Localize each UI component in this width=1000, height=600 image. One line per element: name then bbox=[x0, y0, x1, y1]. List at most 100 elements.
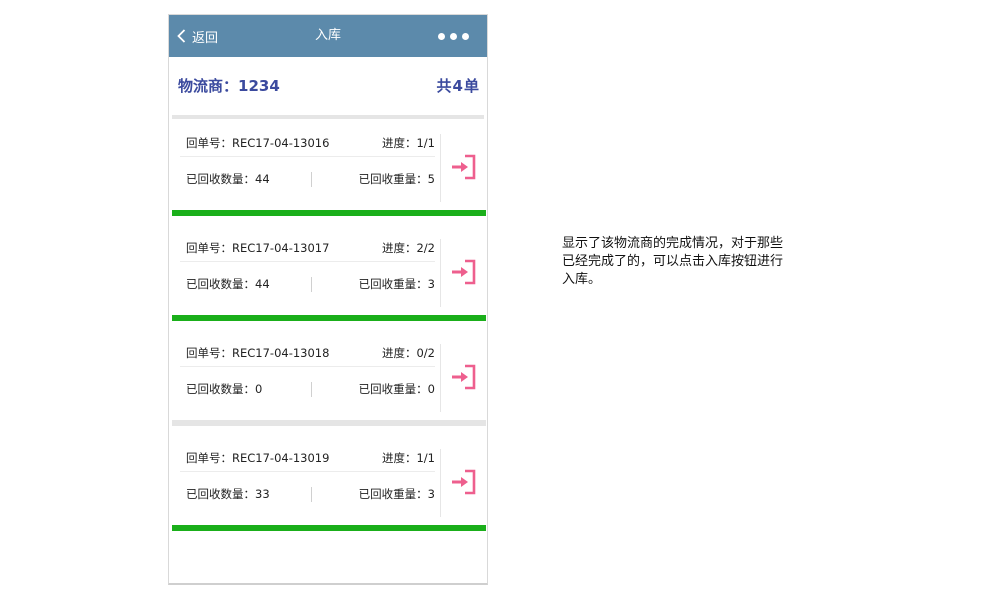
progress-label: 进度： bbox=[381, 451, 417, 465]
order-card: 回单号：REC17-04-13018 进度：0/2 已回收数量：0 已回收重量：0 bbox=[172, 329, 486, 426]
phone-frame: 返回 入库 物流商：1234 共4单 回单号：REC17-04-13016 进度：… bbox=[168, 14, 488, 585]
order-value: REC17-04-13017 bbox=[232, 241, 330, 255]
recovered-count: 已回收数量：0 bbox=[186, 377, 262, 401]
order-row-bottom: 已回收数量：0 已回收重量：0 bbox=[186, 377, 435, 401]
login-icon bbox=[452, 469, 476, 495]
progress-value: 1/1 bbox=[416, 136, 435, 150]
column-divider bbox=[311, 487, 312, 502]
order-info: 回单号：REC17-04-13018 进度：0/2 已回收数量：0 已回收重量：0 bbox=[180, 341, 435, 411]
row-divider bbox=[180, 471, 435, 472]
column-divider bbox=[311, 382, 312, 397]
count-value: 44 bbox=[255, 277, 270, 291]
progress-value: 2/2 bbox=[416, 241, 435, 255]
annotation-note: 显示了该物流商的完成情况，对于那些 已经完成了的，可以点击入库按钮进行 入库。 bbox=[562, 235, 822, 289]
recovered-weight: 已回收重量：3 bbox=[359, 482, 435, 506]
annotation-line: 入库。 bbox=[562, 272, 602, 287]
recovered-weight: 已回收重量：5 bbox=[359, 167, 435, 191]
row-divider bbox=[180, 366, 435, 367]
weight-value: 3 bbox=[427, 277, 435, 291]
order-row-top: 回单号：REC17-04-13016 进度：1/1 bbox=[186, 131, 435, 155]
order-row-top: 回单号：REC17-04-13018 进度：0/2 bbox=[186, 341, 435, 365]
progress-label: 进度： bbox=[381, 241, 417, 255]
more-menu-button[interactable] bbox=[438, 30, 469, 42]
order-row-top: 回单号：REC17-04-13019 进度：1/1 bbox=[186, 446, 435, 470]
order-value: REC17-04-13018 bbox=[232, 346, 330, 360]
login-icon bbox=[452, 259, 476, 285]
order-info: 回单号：REC17-04-13016 进度：1/1 已回收数量：44 已回收重量：5 bbox=[180, 131, 435, 201]
count-label: 已回收数量： bbox=[186, 277, 255, 291]
order-row-bottom: 已回收数量：33 已回收重量：3 bbox=[186, 482, 435, 506]
nav-bar: 返回 入库 bbox=[169, 15, 487, 57]
back-button[interactable]: 返回 bbox=[177, 15, 218, 57]
order-row-bottom: 已回收数量：44 已回收重量：5 bbox=[186, 167, 435, 191]
vendor-label: 物流商： bbox=[178, 77, 239, 95]
row-divider bbox=[180, 261, 435, 262]
order-value: REC17-04-13016 bbox=[232, 136, 330, 150]
order-row-top: 回单号：REC17-04-13017 进度：2/2 bbox=[186, 236, 435, 260]
column-divider bbox=[311, 277, 312, 292]
order-row-bottom: 已回收数量：44 已回收重量：3 bbox=[186, 272, 435, 296]
weight-label: 已回收重量： bbox=[358, 277, 428, 291]
completion-bar bbox=[172, 210, 486, 216]
order-label: 回单号： bbox=[186, 241, 232, 255]
more-dot-icon bbox=[438, 32, 445, 40]
stock-in-button[interactable] bbox=[440, 449, 487, 517]
order-total: 共4单 bbox=[437, 57, 479, 115]
order-progress: 进度：1/1 bbox=[382, 131, 435, 155]
order-card: 回单号：REC17-04-13016 进度：1/1 已回收数量：44 已回收重量：5 bbox=[172, 119, 486, 216]
order-number: 回单号：REC17-04-13016 bbox=[186, 131, 329, 155]
more-dot-icon bbox=[462, 32, 469, 40]
recovered-weight: 已回收重量：3 bbox=[359, 272, 435, 296]
vendor-summary: 物流商：1234 共4单 bbox=[169, 57, 487, 115]
order-label: 回单号： bbox=[186, 451, 232, 465]
order-value: REC17-04-13019 bbox=[232, 451, 330, 465]
login-icon bbox=[452, 364, 476, 390]
order-progress: 进度：0/2 bbox=[382, 341, 435, 365]
order-number: 回单号：REC17-04-13018 bbox=[186, 341, 329, 365]
column-divider bbox=[311, 172, 312, 187]
progress-label: 进度： bbox=[381, 136, 417, 150]
order-info: 回单号：REC17-04-13017 进度：2/2 已回收数量：44 已回收重量：3 bbox=[180, 236, 435, 306]
weight-value: 0 bbox=[427, 382, 435, 396]
total-prefix: 共 bbox=[436, 77, 452, 95]
recovered-weight: 已回收重量：0 bbox=[359, 377, 435, 401]
count-value: 0 bbox=[255, 382, 263, 396]
weight-label: 已回收重量： bbox=[358, 172, 428, 186]
order-label: 回单号： bbox=[186, 346, 232, 360]
annotation-line: 显示了该物流商的完成情况，对于那些 bbox=[562, 236, 784, 251]
row-divider bbox=[180, 156, 435, 157]
stock-in-button[interactable] bbox=[440, 239, 487, 307]
progress-value: 0/2 bbox=[416, 346, 435, 360]
weight-label: 已回收重量： bbox=[358, 382, 428, 396]
more-dot-icon bbox=[450, 32, 457, 40]
vendor-value: 1234 bbox=[238, 77, 280, 95]
order-card: 回单号：REC17-04-13019 进度：1/1 已回收数量：33 已回收重量：3 bbox=[172, 434, 486, 531]
stock-in-button[interactable] bbox=[440, 134, 487, 202]
completion-bar bbox=[172, 525, 486, 531]
recovered-count: 已回收数量：33 bbox=[186, 482, 270, 506]
order-card: 回单号：REC17-04-13017 进度：2/2 已回收数量：44 已回收重量：3 bbox=[172, 224, 486, 321]
count-label: 已回收数量： bbox=[186, 382, 255, 396]
count-label: 已回收数量： bbox=[186, 172, 255, 186]
recovered-count: 已回收数量：44 bbox=[186, 167, 270, 191]
stock-in-button[interactable] bbox=[440, 344, 487, 412]
total-suffix: 单 bbox=[463, 77, 479, 95]
weight-label: 已回收重量： bbox=[358, 487, 428, 501]
count-value: 33 bbox=[255, 487, 270, 501]
login-icon bbox=[452, 154, 476, 180]
progress-value: 1/1 bbox=[416, 451, 435, 465]
weight-value: 5 bbox=[427, 172, 435, 186]
completion-bar bbox=[172, 420, 486, 426]
order-label: 回单号： bbox=[186, 136, 232, 150]
vendor-info: 物流商：1234 bbox=[178, 57, 280, 115]
weight-value: 3 bbox=[427, 487, 435, 501]
order-progress: 进度：1/1 bbox=[382, 446, 435, 470]
order-number: 回单号：REC17-04-13017 bbox=[186, 236, 329, 260]
order-info: 回单号：REC17-04-13019 进度：1/1 已回收数量：33 已回收重量：3 bbox=[180, 446, 435, 516]
count-value: 44 bbox=[255, 172, 270, 186]
chevron-left-icon bbox=[177, 29, 186, 43]
order-progress: 进度：2/2 bbox=[382, 236, 435, 260]
completion-bar bbox=[172, 315, 486, 321]
total-count: 4 bbox=[452, 77, 463, 95]
progress-label: 进度： bbox=[381, 346, 417, 360]
